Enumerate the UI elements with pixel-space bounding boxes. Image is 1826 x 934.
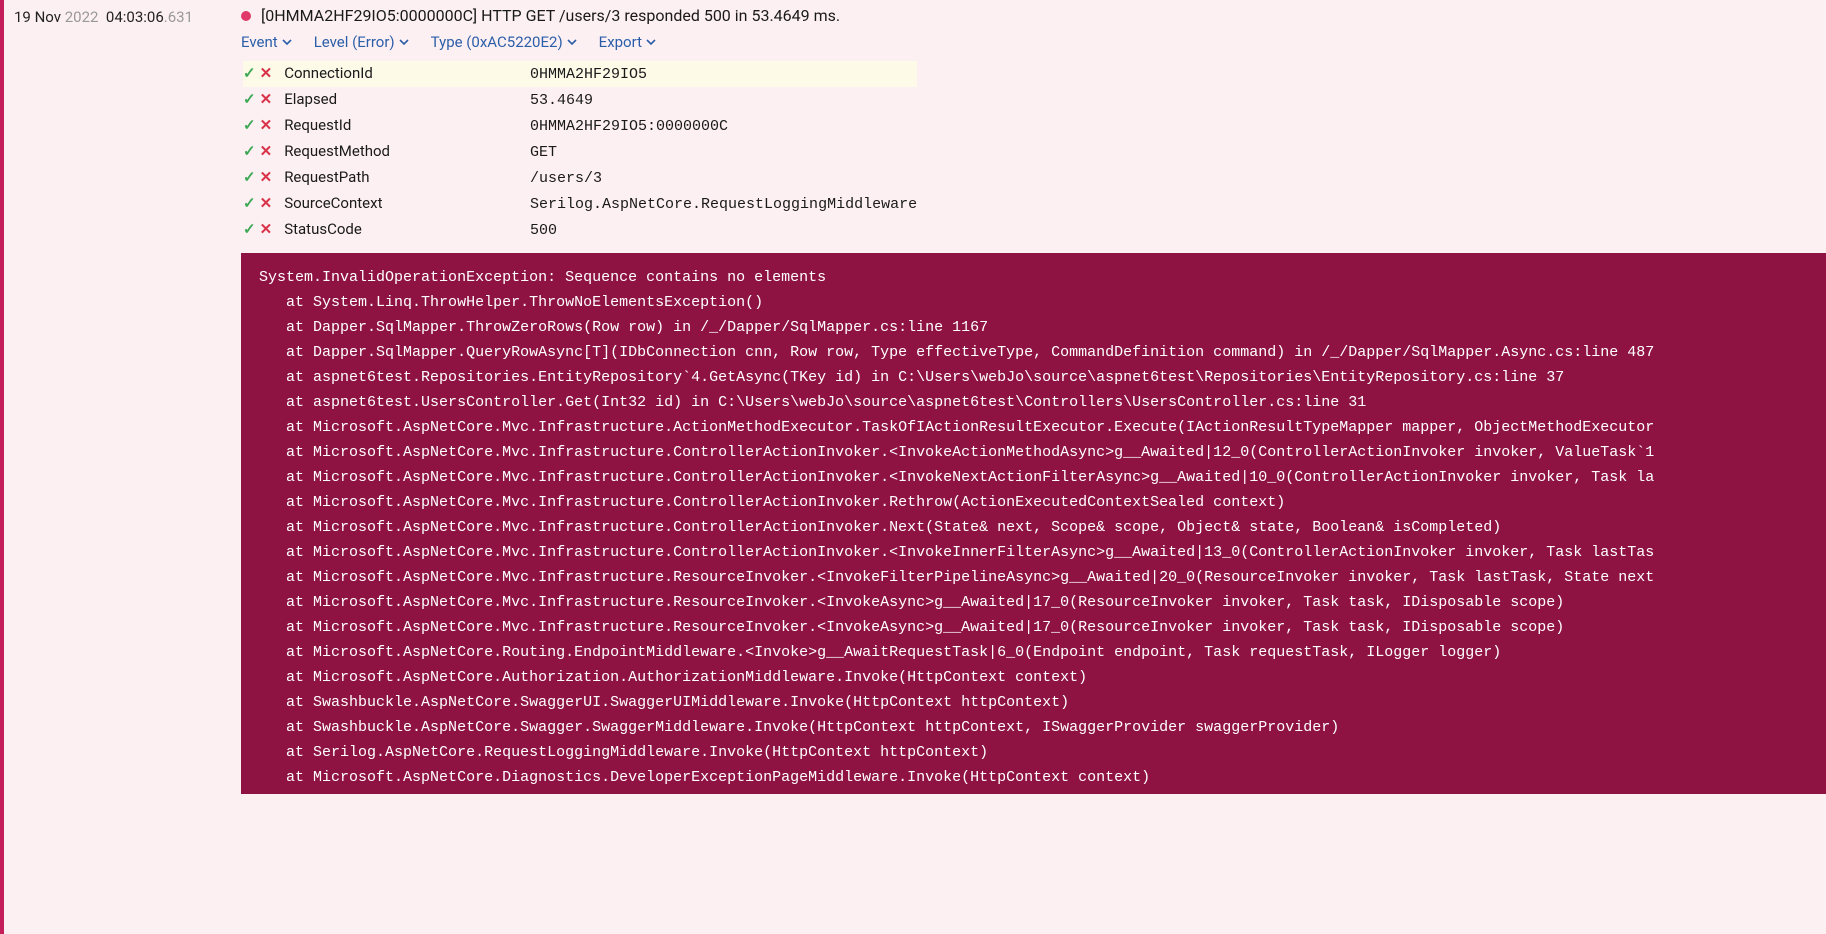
property-key: RequestPath [284, 165, 530, 191]
chevron-down-icon [646, 37, 656, 47]
include-filter-icon[interactable]: ✓ [243, 168, 256, 186]
property-row: ✓✕Elapsed53.4649 [243, 87, 917, 113]
property-filter-icons: ✓✕ [243, 139, 284, 165]
exclude-filter-icon[interactable]: ✕ [260, 168, 273, 186]
property-row: ✓✕RequestMethodGET [243, 139, 917, 165]
property-filter-icons: ✓✕ [243, 87, 284, 113]
filter-event-label: Event [241, 33, 278, 51]
exclude-filter-icon[interactable]: ✕ [260, 116, 273, 134]
chevron-down-icon [399, 37, 409, 47]
filter-type-label: Type (0xAC5220E2) [431, 33, 563, 51]
include-filter-icon[interactable]: ✓ [243, 194, 256, 212]
filter-event-dropdown[interactable]: Event [241, 33, 292, 51]
error-dot-icon [241, 11, 251, 21]
filter-export-label: Export [599, 33, 642, 51]
timestamp-year: 2022 [65, 8, 99, 26]
timestamp-time: 04:03:06 [106, 8, 164, 26]
property-filter-icons: ✓✕ [243, 61, 284, 87]
include-filter-icon[interactable]: ✓ [243, 220, 256, 238]
property-row: ✓✕RequestId0HMMA2HF29IO5:0000000C [243, 113, 917, 139]
property-value: GET [530, 139, 917, 165]
main-column: [0HMMA2HF29IO5:0000000C] HTTP GET /users… [241, 6, 1826, 794]
exclude-filter-icon[interactable]: ✕ [260, 194, 273, 212]
property-row: ✓✕RequestPath/users/3 [243, 165, 917, 191]
property-row: ✓✕SourceContextSerilog.AspNetCore.Reques… [243, 191, 917, 217]
property-key: SourceContext [284, 191, 530, 217]
property-value: /users/3 [530, 165, 917, 191]
filter-export-dropdown[interactable]: Export [599, 33, 656, 51]
properties-table: ✓✕ConnectionId0HMMA2HF29IO5✓✕Elapsed53.4… [243, 61, 917, 243]
property-filter-icons: ✓✕ [243, 191, 284, 217]
include-filter-icon[interactable]: ✓ [243, 64, 256, 82]
exclude-filter-icon[interactable]: ✕ [260, 90, 273, 108]
property-key: RequestId [284, 113, 530, 139]
exclude-filter-icon[interactable]: ✕ [260, 64, 273, 82]
property-value: 0HMMA2HF29IO5:0000000C [530, 113, 917, 139]
exclude-filter-icon[interactable]: ✕ [260, 220, 273, 238]
property-row: ✓✕ConnectionId0HMMA2HF29IO5 [243, 61, 917, 87]
header-row: 19 Nov 2022 04:03:06.631 [0HMMA2HF29IO5:… [4, 0, 1826, 794]
property-value: 500 [530, 217, 917, 243]
log-message-text: [0HMMA2HF29IO5:0000000C] HTTP GET /users… [261, 6, 840, 25]
filter-row: Event Level (Error) Type (0xAC5220E2) [241, 33, 1826, 61]
chevron-down-icon [282, 37, 292, 47]
property-value: 0HMMA2HF29IO5 [530, 61, 917, 87]
filter-type-dropdown[interactable]: Type (0xAC5220E2) [431, 33, 577, 51]
log-entry: 19 Nov 2022 04:03:06.631 [0HMMA2HF29IO5:… [0, 0, 1826, 934]
property-filter-icons: ✓✕ [243, 113, 284, 139]
property-filter-icons: ✓✕ [243, 165, 284, 191]
property-value: 53.4649 [530, 87, 917, 113]
property-filter-icons: ✓✕ [243, 217, 284, 243]
property-key: StatusCode [284, 217, 530, 243]
stacktrace-panel: System.InvalidOperationException: Sequen… [241, 253, 1826, 794]
log-summary-line: [0HMMA2HF29IO5:0000000C] HTTP GET /users… [241, 6, 1826, 33]
property-row: ✓✕StatusCode500 [243, 217, 917, 243]
property-key: ConnectionId [284, 61, 530, 87]
timestamp-date: 19 Nov [14, 8, 61, 26]
exclude-filter-icon[interactable]: ✕ [260, 142, 273, 160]
include-filter-icon[interactable]: ✓ [243, 116, 256, 134]
property-key: Elapsed [284, 87, 530, 113]
timestamp: 19 Nov 2022 04:03:06.631 [14, 6, 193, 26]
include-filter-icon[interactable]: ✓ [243, 142, 256, 160]
chevron-down-icon [567, 37, 577, 47]
property-value: Serilog.AspNetCore.RequestLoggingMiddlew… [530, 191, 917, 217]
include-filter-icon[interactable]: ✓ [243, 90, 256, 108]
filter-level-label: Level (Error) [314, 33, 395, 51]
timestamp-ms: .631 [164, 8, 193, 26]
filter-level-dropdown[interactable]: Level (Error) [314, 33, 409, 51]
property-key: RequestMethod [284, 139, 530, 165]
